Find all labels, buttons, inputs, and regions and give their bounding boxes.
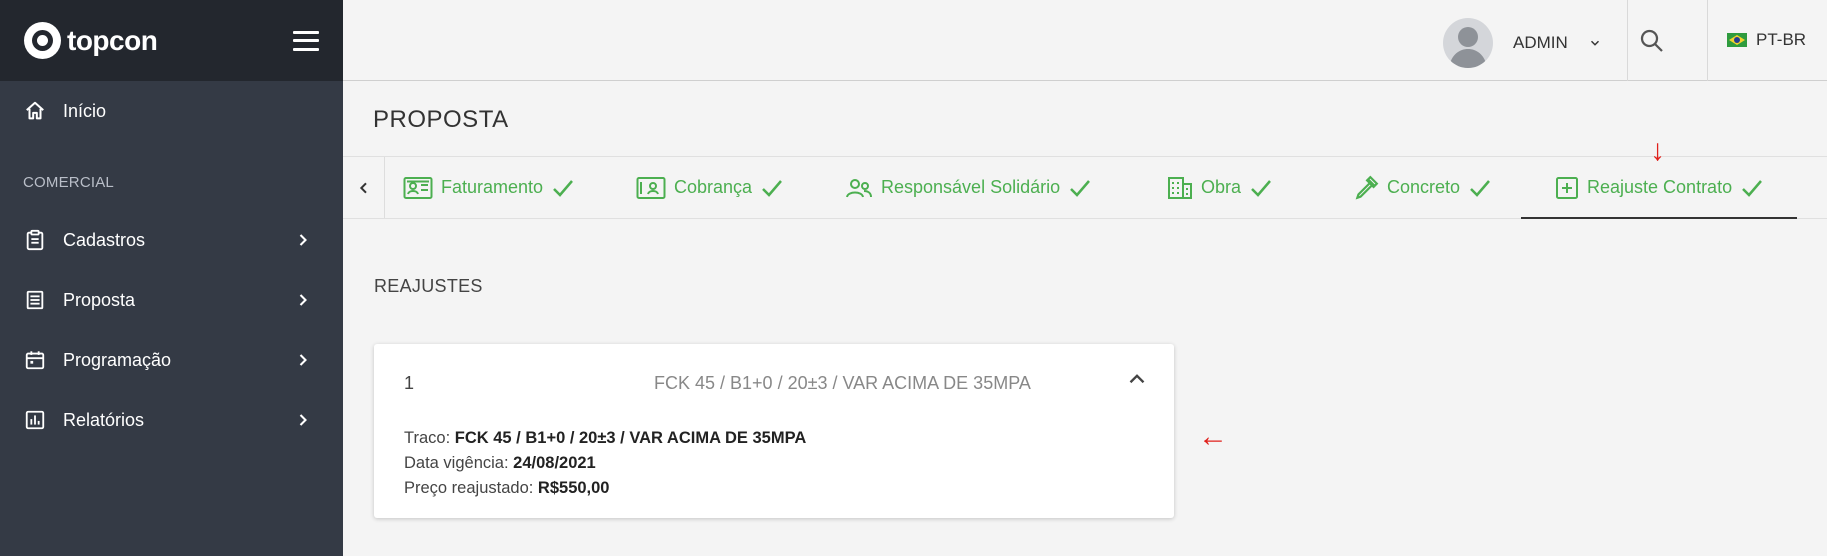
detail-value: R$550,00 bbox=[537, 479, 610, 497]
building-icon bbox=[1168, 176, 1192, 199]
detail-label: Traco: bbox=[404, 429, 451, 447]
sidebar-item-label: Programação bbox=[63, 349, 172, 370]
tab-cobranca[interactable]: Cobrança bbox=[636, 157, 784, 218]
chevron-right-icon bbox=[299, 414, 307, 426]
check-icon bbox=[1070, 179, 1091, 197]
topbar: ADMIN PT-BR bbox=[343, 0, 1827, 81]
chevron-left-icon bbox=[359, 182, 367, 193]
reajuste-card: 1 FCK 45 / B1+0 / 20±3 / VAR ACIMA DE 35… bbox=[374, 344, 1174, 518]
avatar bbox=[1443, 18, 1493, 68]
sidebar-header: topcon bbox=[0, 0, 343, 81]
collapse-button[interactable] bbox=[1124, 366, 1150, 392]
check-icon bbox=[1251, 179, 1271, 197]
tab-faturamento[interactable]: Faturamento bbox=[403, 157, 575, 218]
card-number: 1 bbox=[404, 373, 415, 393]
tabs-bar: Faturamento Cobrança Responsável Solidár… bbox=[343, 156, 1827, 219]
calendar-icon bbox=[24, 349, 46, 371]
sidebar: topcon Início COMERCIAL Cadastros Propos… bbox=[0, 0, 343, 556]
tab-label: Reajuste Contrato bbox=[1587, 177, 1733, 197]
sidebar-item-label: Cadastros bbox=[63, 229, 146, 250]
divider bbox=[1627, 0, 1628, 81]
detail-data-vigencia: Data vigência: 24/08/2021 bbox=[404, 451, 806, 476]
check-icon bbox=[553, 179, 574, 197]
search-button[interactable] bbox=[1637, 26, 1667, 56]
detail-label: Preço reajustado: bbox=[404, 479, 534, 497]
detail-value: 24/08/2021 bbox=[513, 454, 596, 472]
check-icon bbox=[1470, 179, 1490, 197]
page-title: PROPOSTA bbox=[373, 106, 509, 133]
hamburger-menu-icon[interactable] bbox=[293, 30, 319, 51]
check-icon bbox=[762, 179, 782, 197]
sidebar-item-label: Relatórios bbox=[63, 409, 145, 430]
tab-concreto[interactable]: Concreto bbox=[1353, 157, 1492, 218]
tab-responsavel-solidario[interactable]: Responsável Solidário bbox=[845, 157, 1092, 218]
logo[interactable]: topcon bbox=[24, 22, 158, 59]
sidebar-item-cadastros[interactable]: Cadastros bbox=[0, 218, 343, 262]
tab-obra[interactable]: Obra bbox=[1167, 157, 1273, 218]
detail-preco: Preço reajustado: R$550,00 bbox=[404, 476, 806, 501]
check-icon bbox=[1742, 179, 1763, 197]
sidebar-item-label: Proposta bbox=[63, 289, 136, 310]
chart-icon bbox=[24, 409, 46, 431]
language-selector[interactable]: PT-BR bbox=[1727, 30, 1806, 50]
annotation-left-arrow: ← bbox=[1198, 420, 1228, 453]
sidebar-item-label: Início bbox=[63, 100, 107, 121]
id-card-icon bbox=[403, 176, 433, 199]
brand-name: topcon bbox=[67, 24, 158, 56]
sidebar-item-programacao[interactable]: Programação bbox=[0, 338, 343, 382]
chevron-down-icon bbox=[1590, 40, 1599, 46]
search-icon bbox=[1640, 29, 1663, 52]
users-icon bbox=[846, 178, 872, 197]
chevron-right-icon bbox=[299, 294, 307, 306]
home-icon bbox=[24, 100, 46, 122]
sidebar-item-relatorios[interactable]: Relatórios bbox=[0, 398, 343, 442]
divider bbox=[1707, 0, 1708, 81]
sidebar-section-label: COMERCIAL bbox=[23, 174, 114, 191]
language-label: PT-BR bbox=[1756, 30, 1807, 49]
annotation-down-arrow: ↓ bbox=[1650, 134, 1665, 167]
sidebar-item-inicio[interactable]: Início bbox=[0, 89, 343, 133]
chevron-up-icon bbox=[1129, 374, 1145, 384]
tab-label: Responsável Solidário bbox=[881, 177, 1061, 197]
section-title: REAJUSTES bbox=[374, 276, 483, 296]
chevron-right-icon bbox=[299, 234, 307, 246]
contact-card-icon bbox=[636, 176, 666, 199]
tab-label: Obra bbox=[1201, 177, 1242, 197]
eyedropper-icon bbox=[1355, 175, 1379, 199]
card-summary: FCK 45 / B1+0 / 20±3 / VAR ACIMA DE 35MP… bbox=[654, 373, 1031, 393]
sidebar-item-proposta[interactable]: Proposta bbox=[0, 278, 343, 322]
tabs-scroll-left-button[interactable] bbox=[343, 157, 385, 218]
tab-label: Cobrança bbox=[674, 177, 753, 197]
detail-value: FCK 45 / B1+0 / 20±3 / VAR ACIMA DE 35MP… bbox=[454, 429, 807, 447]
clipboard-icon bbox=[24, 229, 46, 251]
user-menu[interactable]: ADMIN bbox=[1443, 18, 1602, 68]
tab-label: Concreto bbox=[1387, 177, 1461, 197]
card-details: Traco: FCK 45 / B1+0 / 20±3 / VAR ACIMA … bbox=[404, 426, 806, 501]
plus-box-icon bbox=[1556, 176, 1578, 199]
detail-traco: Traco: FCK 45 / B1+0 / 20±3 / VAR ACIMA … bbox=[404, 426, 806, 451]
tab-label: Faturamento bbox=[441, 177, 544, 197]
list-icon bbox=[24, 289, 46, 311]
logo-mark-icon bbox=[24, 22, 61, 59]
chevron-right-icon bbox=[299, 354, 307, 366]
brazil-flag-icon bbox=[1727, 33, 1747, 47]
active-tab-indicator bbox=[1521, 217, 1797, 219]
detail-label: Data vigência: bbox=[404, 454, 509, 472]
user-name: ADMIN bbox=[1513, 33, 1568, 52]
